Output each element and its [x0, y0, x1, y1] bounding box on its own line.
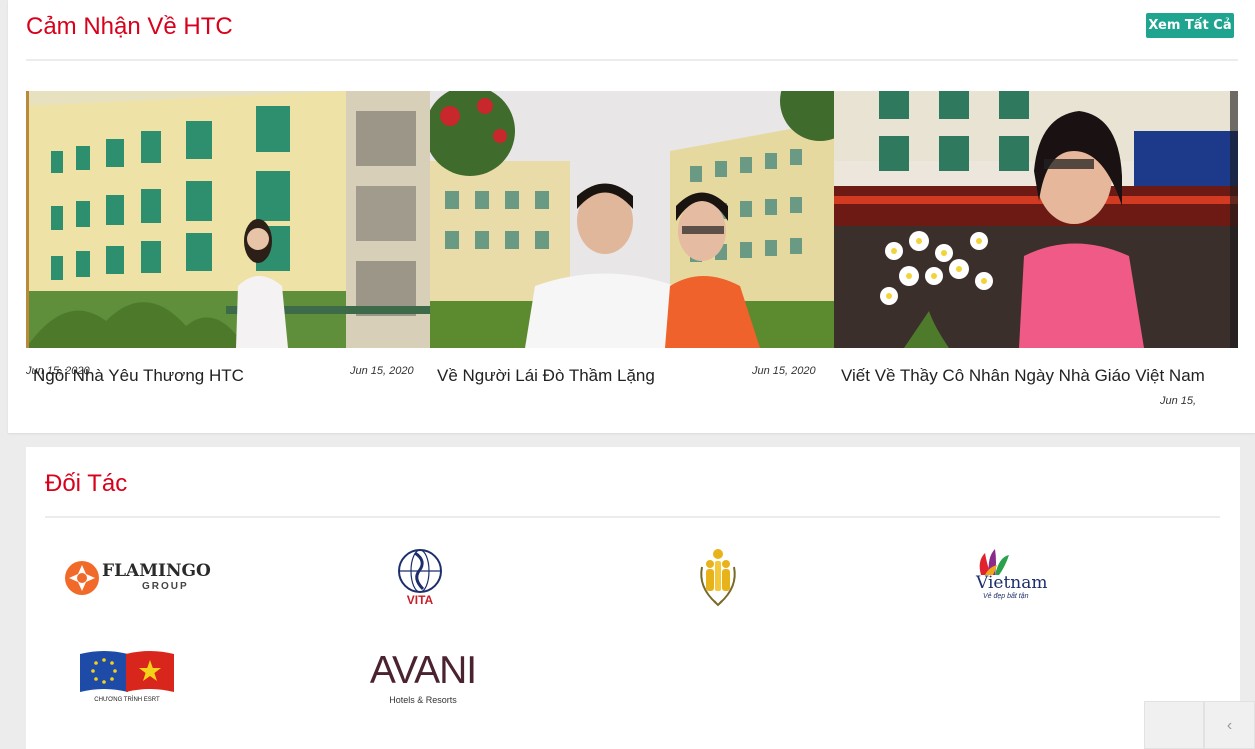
union-logo[interactable]: [696, 547, 740, 609]
testimonials-title: Cảm Nhận Về HTC: [26, 13, 233, 40]
vietnam-logo-text: Vietnam: [976, 573, 1048, 593]
esrt-logo[interactable]: CHƯƠNG TRÌNH ESRT: [78, 648, 176, 706]
avani-logo-subtext: Hotels & Resorts: [389, 695, 457, 705]
flamingo-logo-text: FLAMINGO: [102, 561, 211, 581]
prev-button[interactable]: ‹: [1204, 701, 1255, 749]
avani-logo[interactable]: AVANI Hotels & Resorts: [368, 650, 478, 710]
slide-date: Jun 15,: [1160, 395, 1197, 407]
vietnam-logo-subtext: Vẻ đẹp bất tận: [983, 593, 1029, 600]
carousel-slide[interactable]: Viết Về Thầy Cô Nhân Ngày Nhà Giáo Việt …: [834, 91, 1238, 421]
globe-icon: [398, 549, 442, 593]
vita-logo[interactable]: VITA: [393, 547, 447, 609]
flamingo-logo[interactable]: FLAMINGO GROUP: [64, 559, 211, 597]
vietnam-tourism-logo[interactable]: Vietnam Vẻ đẹp bất tận: [973, 549, 1053, 609]
chevron-left-icon: ‹: [1226, 717, 1233, 734]
flamingo-emblem-icon: [65, 561, 99, 595]
esrt-logo-text: CHƯƠNG TRÌNH ESRT: [94, 697, 160, 703]
eu-vietnam-flags-icon: [80, 651, 174, 692]
flamingo-logo-subtext: GROUP: [142, 581, 189, 592]
slide-title[interactable]: Về Người Lái Đò Thầm Lặng: [437, 366, 655, 386]
vita-logo-text: VITA: [406, 593, 434, 607]
scroll-box[interactable]: [1144, 701, 1204, 749]
section-divider: [26, 59, 1238, 61]
partners-section: [26, 447, 1240, 749]
section-divider: [45, 516, 1220, 518]
avani-logo-text: AVANI: [369, 649, 477, 692]
partners-title: Đối Tác: [45, 470, 128, 497]
slide-title[interactable]: Viết Về Thầy Cô Nhân Ngày Nhà Giáo Việt …: [841, 366, 1205, 386]
slide-title[interactable]: Ngôi Nhà Yêu Thương HTC: [33, 366, 244, 386]
slide-date: Jun 15, 2020: [350, 365, 414, 377]
slide-date: Jun 15, 2020: [752, 365, 816, 377]
yellow-building-girl-photo[interactable]: [26, 91, 430, 348]
testimonial-carousel[interactable]: Jun 15, 2020 Ngôi Nhà Yêu Thương HTC Jun…: [26, 91, 1238, 421]
union-emblem-icon: [700, 549, 736, 607]
teachers-campus-photo[interactable]: [430, 91, 834, 348]
carousel-slide[interactable]: Về Người Lái Đò Thầm Lặng Jun 15, 2020: [430, 91, 834, 421]
carousel-slide[interactable]: Ngôi Nhà Yêu Thương HTC Jun 15, 2020: [26, 91, 430, 421]
teacher-flowers-photo[interactable]: [834, 91, 1238, 348]
view-all-button[interactable]: Xem Tất Cả: [1146, 13, 1234, 38]
